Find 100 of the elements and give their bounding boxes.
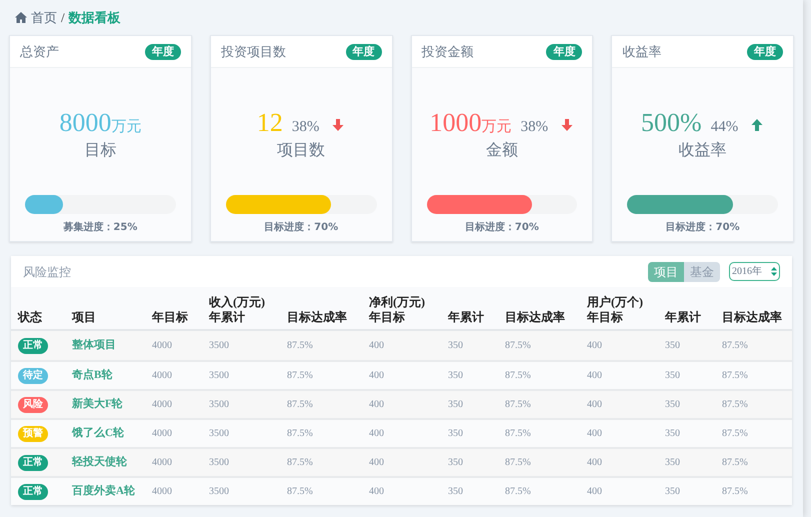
table-cell-text: 87.5% (287, 456, 313, 470)
table-cell-text: 4000 (152, 339, 172, 353)
table-cell-text: 87.5% (505, 427, 531, 441)
status-tag: 待定 (18, 368, 48, 384)
project-link[interactable]: 轻投天使轮 (72, 454, 127, 471)
status-tag: 正常 (18, 484, 48, 500)
column-header: 年目标 (369, 310, 406, 325)
table-cell-text: 87.5% (722, 456, 748, 470)
column-header: 目标达成率 (722, 310, 783, 325)
column-header: 年累计 (448, 310, 485, 325)
column-header: 年目标 (587, 310, 624, 325)
column-header: 项目 (72, 310, 97, 325)
stat-value: 1000 (430, 110, 482, 136)
table-cell-text: 87.5% (505, 398, 531, 412)
project-link[interactable]: 整体项目 (72, 337, 116, 354)
table-cell-text: 350 (665, 485, 680, 499)
stat-label: 目标 (84, 141, 116, 161)
table-cell-text: 3500 (209, 339, 229, 353)
toggle-tab[interactable]: 基金 (684, 262, 720, 282)
table-cell-text: 87.5% (505, 369, 531, 383)
stat-label: 收益率 (678, 140, 727, 161)
column-header: 目标达成率 (505, 310, 566, 325)
status-tag: 正常 (18, 454, 48, 470)
table-cell-text: 350 (665, 369, 680, 383)
column-group-header: 用户(万个) (587, 295, 644, 310)
table-cell-text: 4000 (152, 369, 172, 383)
project-link[interactable]: 奇点B轮 (72, 367, 112, 384)
column-header: 年累计 (209, 310, 246, 325)
table-cell-text: 3500 (209, 427, 229, 441)
column-group-header: 收入(万元) (209, 295, 266, 310)
table-cell-text: 87.5% (505, 456, 531, 470)
card-title: 收益率 (622, 42, 662, 61)
home-icon (15, 12, 27, 23)
table-cell-text: 87.5% (287, 398, 313, 412)
table-cell-text: 87.5% (287, 339, 313, 353)
table-cell-text: 87.5% (287, 369, 313, 383)
table-cell-text: 350 (448, 456, 463, 470)
stat-label: 项目数 (277, 141, 326, 161)
card-title: 总资产 (20, 42, 59, 61)
card-title: 投资项目数 (220, 42, 286, 61)
table-cell-text: 400 (369, 369, 384, 383)
column-group-header: 净利(万元) (369, 295, 426, 310)
period-tag: 年度 (144, 44, 181, 60)
column-header: 目标达成率 (287, 310, 348, 325)
table-cell-text: 350 (448, 485, 463, 499)
progress-caption: 目标进度：70% (464, 220, 539, 235)
table-cell-text: 400 (587, 485, 602, 499)
column-header: 年累计 (665, 310, 702, 325)
change-percent: 38% (520, 120, 548, 135)
table-cell-text: 400 (587, 456, 602, 470)
table-cell-text: 350 (448, 427, 463, 441)
card-title: 投资金额 (422, 42, 474, 61)
table-cell-text: 400 (369, 456, 384, 470)
progress-caption: 目标进度：70% (264, 220, 338, 235)
period-tag: 年度 (747, 44, 783, 60)
table-cell-text: 350 (448, 398, 463, 412)
table-cell-text: 3500 (209, 398, 229, 412)
table-cell-text: 4000 (152, 485, 172, 499)
table-cell-text: 400 (587, 369, 602, 383)
table-cell-text: 87.5% (722, 339, 748, 353)
change-percent: 44% (710, 120, 738, 135)
year-select[interactable]: 2016年 (729, 262, 780, 281)
table-cell-text: 350 (448, 369, 463, 383)
table-cell-text: 87.5% (287, 427, 313, 441)
table-cell-text: 400 (369, 398, 384, 412)
change-percent: 38% (292, 120, 320, 135)
table-cell-text: 87.5% (505, 485, 531, 499)
progress-caption: 募集进度：25% (63, 220, 138, 235)
column-header: 年目标 (152, 310, 189, 325)
column-header: 状态 (18, 310, 43, 325)
table-cell-text: 4000 (152, 427, 172, 441)
period-tag: 年度 (546, 44, 582, 60)
project-link[interactable]: 新美大F轮 (72, 396, 123, 413)
project-link[interactable]: 饿了么C轮 (72, 425, 124, 442)
table-cell-text: 87.5% (505, 339, 531, 353)
table-cell-text: 400 (587, 339, 602, 353)
table-cell-text: 87.5% (722, 369, 748, 383)
table-cell-text: 400 (369, 339, 384, 353)
table-cell-text: 350 (665, 339, 680, 353)
table-cell-text: 400 (369, 485, 384, 499)
table-cell-text: 350 (665, 398, 680, 412)
stat-value: 8000 (59, 110, 112, 136)
table-cell-text: 350 (448, 339, 463, 353)
stat-value: 500% (641, 110, 702, 136)
panel-title: 风险监控 (23, 264, 71, 280)
breadcrumb-link[interactable]: 首页 (31, 8, 57, 28)
table-cell-text: 350 (665, 456, 680, 470)
table-cell-text: 400 (587, 398, 602, 412)
toggle-tab[interactable]: 项目 (648, 262, 684, 282)
table-cell-text: 400 (369, 427, 384, 441)
stat-unit: 万元 (482, 120, 512, 135)
table-cell-text: 400 (587, 427, 602, 441)
breadcrumb-separator: / (61, 8, 65, 27)
progress-caption: 目标进度：70% (666, 220, 740, 235)
table-cell-text: 350 (665, 427, 680, 441)
project-link[interactable]: 百度外卖A轮 (72, 483, 135, 500)
status-tag: 正常 (18, 338, 48, 354)
table-cell-text: 87.5% (722, 485, 748, 499)
period-tag: 年度 (346, 44, 382, 60)
table-cell-text: 3500 (209, 369, 229, 383)
